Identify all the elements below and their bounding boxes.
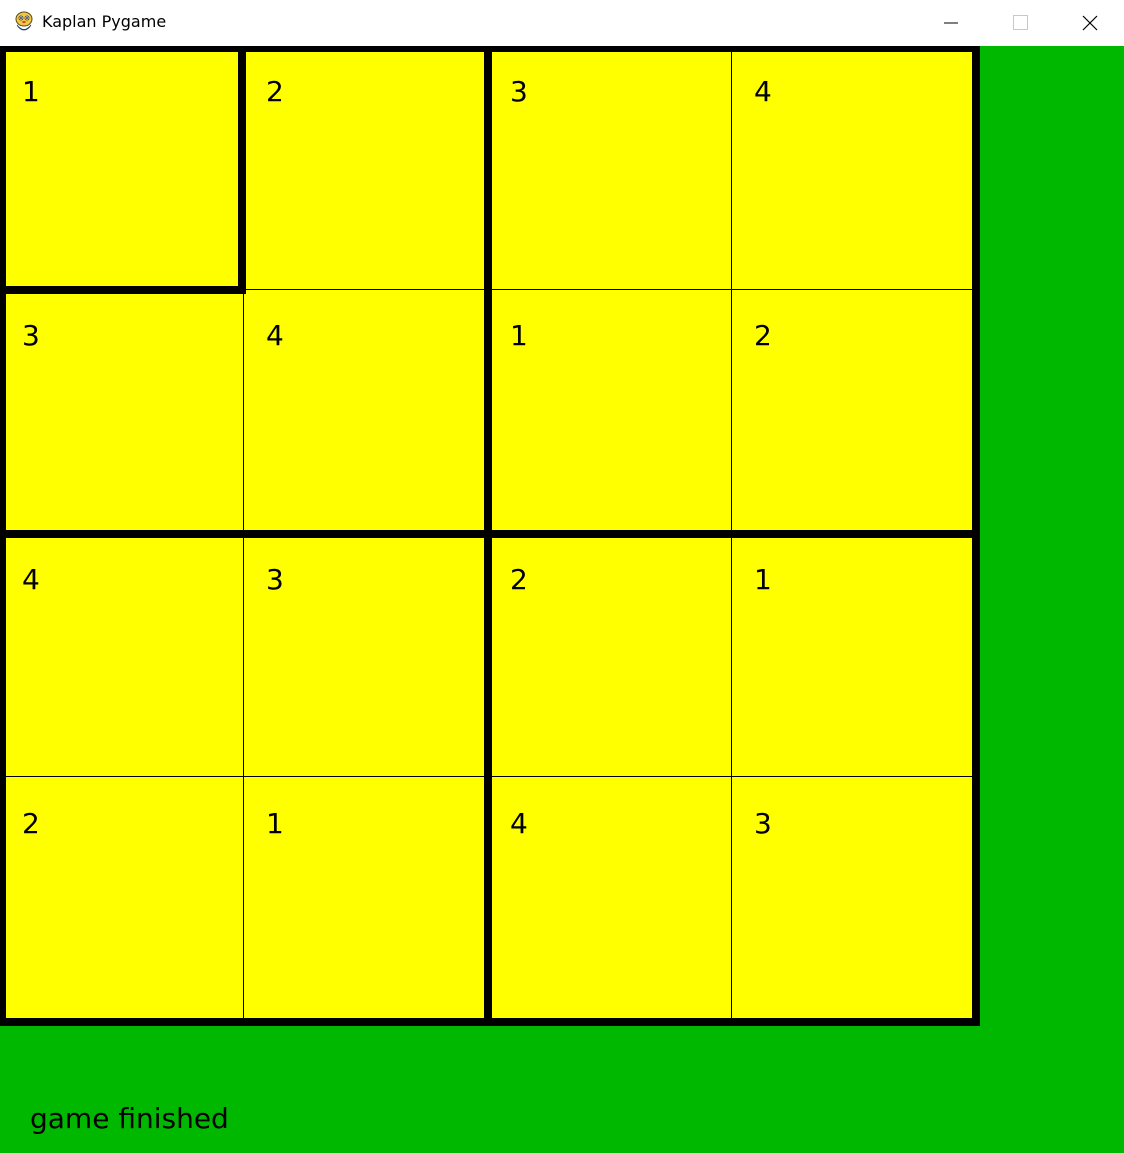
board-cell[interactable]: 3 — [244, 534, 488, 778]
close-icon — [1082, 15, 1098, 31]
cell-value: 3 — [754, 807, 772, 840]
board-cell[interactable]: 1 — [0, 46, 244, 290]
sudoku-board[interactable]: 1 2 3 4 3 4 1 2 4 3 2 1 2 1 4 3 — [0, 46, 980, 1026]
board-cell[interactable]: 4 — [488, 778, 732, 1022]
box-separator-line — [0, 530, 980, 538]
cell-value: 2 — [754, 319, 772, 352]
minimize-button[interactable] — [916, 0, 986, 46]
window-title: Kaplan Pygame — [42, 12, 167, 31]
cell-value: 4 — [266, 319, 284, 352]
board-cell[interactable]: 3 — [488, 46, 732, 290]
board-cell[interactable]: 2 — [732, 290, 976, 534]
board-cell[interactable]: 1 — [244, 778, 488, 1022]
cell-value: 4 — [22, 563, 40, 596]
board-cell[interactable]: 2 — [488, 534, 732, 778]
cell-value: 1 — [22, 75, 40, 108]
cell-value: 2 — [22, 807, 40, 840]
cell-value: 1 — [510, 319, 528, 352]
close-button[interactable] — [1055, 0, 1124, 46]
board-cell[interactable]: 4 — [0, 534, 244, 778]
cell-value: 2 — [266, 75, 284, 108]
game-canvas: 1 2 3 4 3 4 1 2 4 3 2 1 2 1 4 3 game fin… — [0, 46, 1124, 1153]
cell-value: 4 — [754, 75, 772, 108]
board-cell[interactable]: 4 — [732, 46, 976, 290]
maximize-button[interactable] — [985, 0, 1055, 46]
board-cell[interactable]: 2 — [0, 778, 244, 1022]
cell-value: 3 — [266, 563, 284, 596]
maximize-icon — [1013, 15, 1028, 30]
board-border — [0, 46, 6, 1026]
minimize-icon — [944, 22, 958, 24]
cell-value: 4 — [510, 807, 528, 840]
board-cell[interactable]: 1 — [732, 534, 976, 778]
board-border — [972, 46, 980, 1026]
board-border — [0, 1018, 980, 1026]
cell-value: 3 — [22, 319, 40, 352]
game-status: game finished — [30, 1102, 229, 1135]
board-cell[interactable]: 2 — [244, 46, 488, 290]
python-snake-icon — [15, 11, 33, 31]
game-window: Kaplan Pygame 1 2 3 4 3 4 1 2 4 3 2 1 2 … — [0, 0, 1124, 1153]
selected-cell-border — [238, 46, 246, 294]
board-cell[interactable]: 3 — [0, 290, 244, 534]
selected-cell-border — [0, 286, 246, 294]
title-bar[interactable]: Kaplan Pygame — [0, 0, 1124, 46]
board-cell[interactable]: 4 — [244, 290, 488, 534]
board-cell[interactable]: 1 — [488, 290, 732, 534]
cell-value: 2 — [510, 563, 528, 596]
board-border — [0, 46, 980, 52]
cell-value: 1 — [754, 563, 772, 596]
cell-value: 1 — [266, 807, 284, 840]
cell-value: 3 — [510, 75, 528, 108]
board-cell[interactable]: 3 — [732, 778, 976, 1022]
